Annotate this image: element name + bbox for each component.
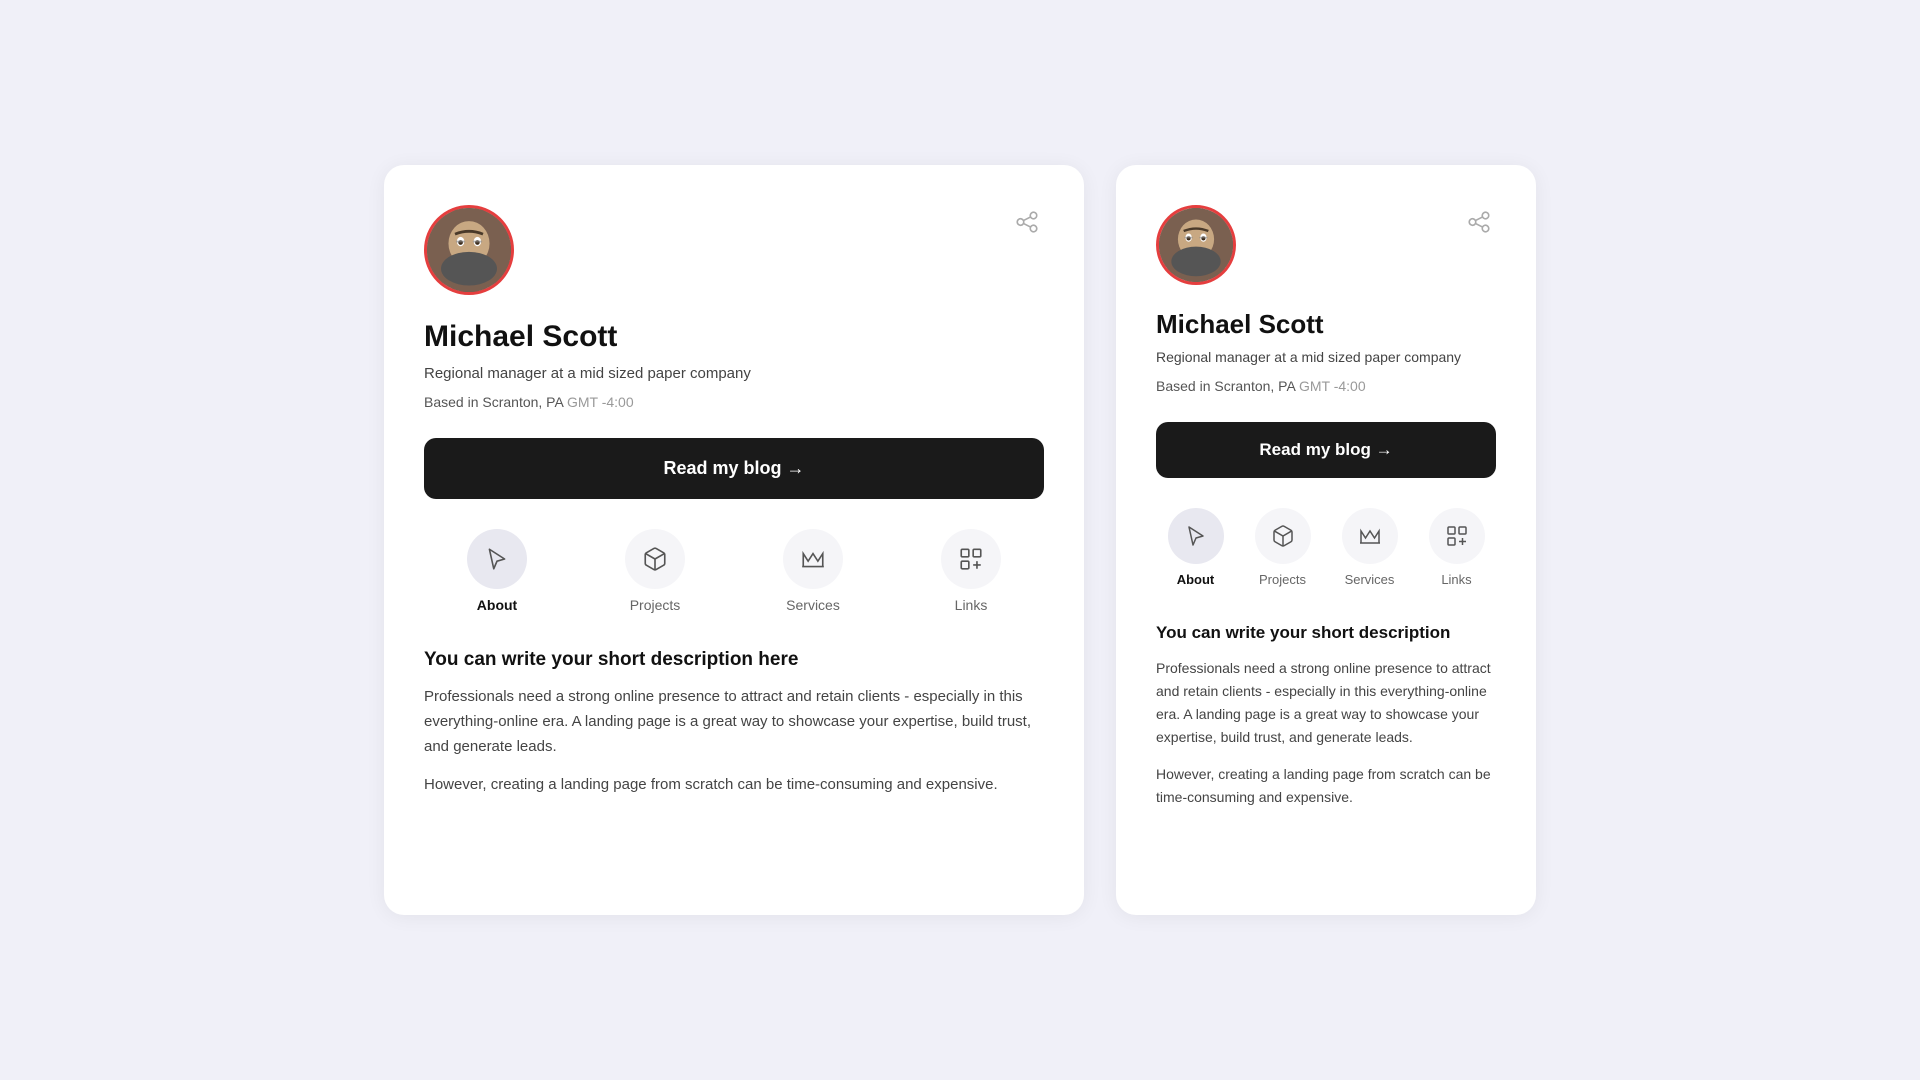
read-blog-button-left[interactable]: Read my blog → (424, 438, 1044, 499)
tab-links-left[interactable]: Links (898, 529, 1044, 613)
profile-location-left: Based in Scranton, PA GMT -4:00 (424, 394, 1044, 410)
tab-links-right[interactable]: Links (1417, 508, 1496, 587)
avatar-image-left (427, 208, 511, 292)
tab-label-services-right: Services (1345, 572, 1395, 587)
content-heading-right: You can write your short description (1156, 623, 1496, 643)
avatar-svg-left (427, 205, 511, 295)
card-header-left (424, 205, 1044, 295)
profile-title-left: Regional manager at a mid sized paper co… (424, 363, 1044, 384)
tab-label-projects-right: Projects (1259, 572, 1306, 587)
share-icon-right (1466, 209, 1492, 235)
content-para-2-left: However, creating a landing page from sc… (424, 773, 1044, 798)
tab-label-links-right: Links (1441, 572, 1471, 587)
tab-label-links-left: Links (955, 597, 988, 613)
tab-icon-services-right[interactable] (1342, 508, 1398, 564)
grid-icon-left (958, 546, 984, 572)
tab-label-services-left: Services (786, 597, 840, 613)
read-blog-button-right[interactable]: Read my blog → (1156, 422, 1496, 478)
content-para-2-right: However, creating a landing page from sc… (1156, 763, 1496, 809)
profile-title-right: Regional manager at a mid sized paper co… (1156, 348, 1496, 368)
tab-icon-projects-left[interactable] (625, 529, 685, 589)
content-para-1-right: Professionals need a strong online prese… (1156, 657, 1496, 749)
tab-label-about-left: About (477, 597, 517, 613)
tab-label-about-right: About (1177, 572, 1215, 587)
tab-icon-links-left[interactable] (941, 529, 1001, 589)
tab-about-right[interactable]: About (1156, 508, 1235, 587)
tab-services-right[interactable]: Services (1330, 508, 1409, 587)
tab-icon-about-right[interactable] (1168, 508, 1224, 564)
tab-projects-left[interactable]: Projects (582, 529, 728, 613)
avatar-svg-right (1159, 205, 1233, 285)
profile-name-left: Michael Scott (424, 319, 1044, 355)
avatar-image-right (1159, 208, 1233, 282)
tab-icon-links-right[interactable] (1429, 508, 1485, 564)
card-header-right (1156, 205, 1496, 285)
box-icon-right (1271, 524, 1295, 548)
content-heading-left: You can write your short description her… (424, 649, 1044, 671)
profile-name-right: Michael Scott (1156, 309, 1496, 340)
crown-icon-right (1358, 524, 1382, 548)
cursor-icon-right (1184, 524, 1208, 548)
tab-about-left[interactable]: About (424, 529, 570, 613)
tab-icon-about-left[interactable] (467, 529, 527, 589)
grid-icon-right (1445, 524, 1469, 548)
share-button-right[interactable] (1462, 205, 1496, 242)
tab-icon-projects-right[interactable] (1255, 508, 1311, 564)
nav-tabs-left: About Projects Services (424, 529, 1044, 613)
tab-label-projects-left: Projects (630, 597, 681, 613)
profile-card-left: Michael Scott Regional manager at a mid … (384, 165, 1084, 915)
tab-icon-services-left[interactable] (783, 529, 843, 589)
tab-services-left[interactable]: Services (740, 529, 886, 613)
share-icon-left (1014, 209, 1040, 235)
cursor-icon-left (484, 546, 510, 572)
profile-location-right: Based in Scranton, PA GMT -4:00 (1156, 378, 1496, 394)
crown-icon-left (800, 546, 826, 572)
avatar-left (424, 205, 514, 295)
share-button-left[interactable] (1010, 205, 1044, 242)
nav-tabs-right: About Projects Services (1156, 508, 1496, 587)
profile-card-right: Michael Scott Regional manager at a mid … (1116, 165, 1536, 915)
tab-projects-right[interactable]: Projects (1243, 508, 1322, 587)
content-para-1-left: Professionals need a strong online prese… (424, 685, 1044, 759)
avatar-right (1156, 205, 1236, 285)
box-icon-left (642, 546, 668, 572)
